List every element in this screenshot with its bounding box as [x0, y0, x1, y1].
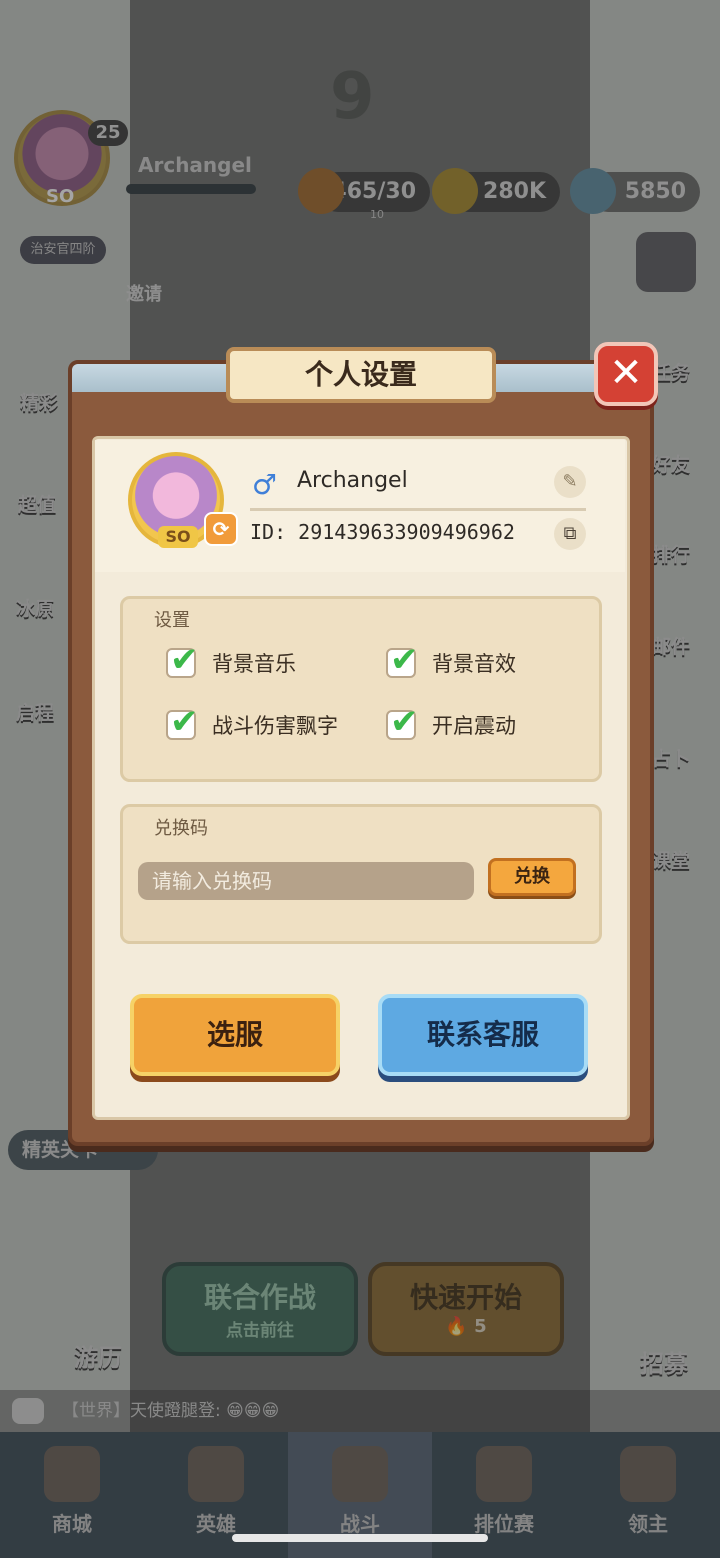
- change-avatar-icon[interactable]: ⟳: [204, 512, 238, 546]
- dialog-title: 个人设置: [226, 347, 496, 403]
- option-bg-sound[interactable]: ✔ 背景音效: [386, 640, 516, 680]
- select-server-button[interactable]: 选服: [130, 994, 340, 1076]
- profile-player-id: ID: 291439633909496962: [250, 520, 515, 544]
- redeem-title: 兑换码: [154, 818, 208, 839]
- profile-badge: SO: [158, 526, 198, 548]
- redeem-code-input[interactable]: 请输入兑换码: [138, 862, 474, 900]
- home-indicator: [232, 1534, 488, 1542]
- option-label: 背景音乐: [212, 652, 296, 676]
- bg-sound-checkbox[interactable]: ✔: [386, 640, 419, 680]
- settings-title: 设置: [154, 610, 190, 631]
- vibration-checkbox[interactable]: ✔: [386, 702, 419, 742]
- settings-panel: [120, 596, 602, 782]
- redeem-placeholder: 请输入兑换码: [152, 869, 272, 893]
- check-icon: ✔: [390, 702, 419, 742]
- name-divider: [250, 508, 586, 511]
- close-button[interactable]: ✕: [594, 342, 658, 406]
- contact-support-button[interactable]: 联系客服: [378, 994, 588, 1076]
- option-bg-music[interactable]: ✔ 背景音乐: [166, 640, 296, 680]
- close-icon: ✕: [609, 350, 643, 396]
- redeem-button[interactable]: 兑换: [488, 858, 576, 896]
- option-label: 背景音效: [432, 652, 516, 676]
- check-icon: ✔: [170, 702, 199, 742]
- male-gender-icon: ♂: [252, 468, 278, 501]
- edit-name-icon[interactable]: ✎: [554, 466, 586, 498]
- option-label: 开启震动: [432, 714, 516, 738]
- option-vibration[interactable]: ✔ 开启震动: [386, 702, 516, 742]
- check-icon: ✔: [170, 640, 199, 680]
- option-label: 战斗伤害飘字: [212, 714, 338, 738]
- check-icon: ✔: [390, 640, 419, 680]
- profile-player-name: Archangel: [297, 468, 408, 493]
- option-damage-text[interactable]: ✔ 战斗伤害飘字: [166, 702, 338, 742]
- damage-text-checkbox[interactable]: ✔: [166, 702, 199, 742]
- copy-id-icon[interactable]: ⧉: [554, 518, 586, 550]
- bg-music-checkbox[interactable]: ✔: [166, 640, 199, 680]
